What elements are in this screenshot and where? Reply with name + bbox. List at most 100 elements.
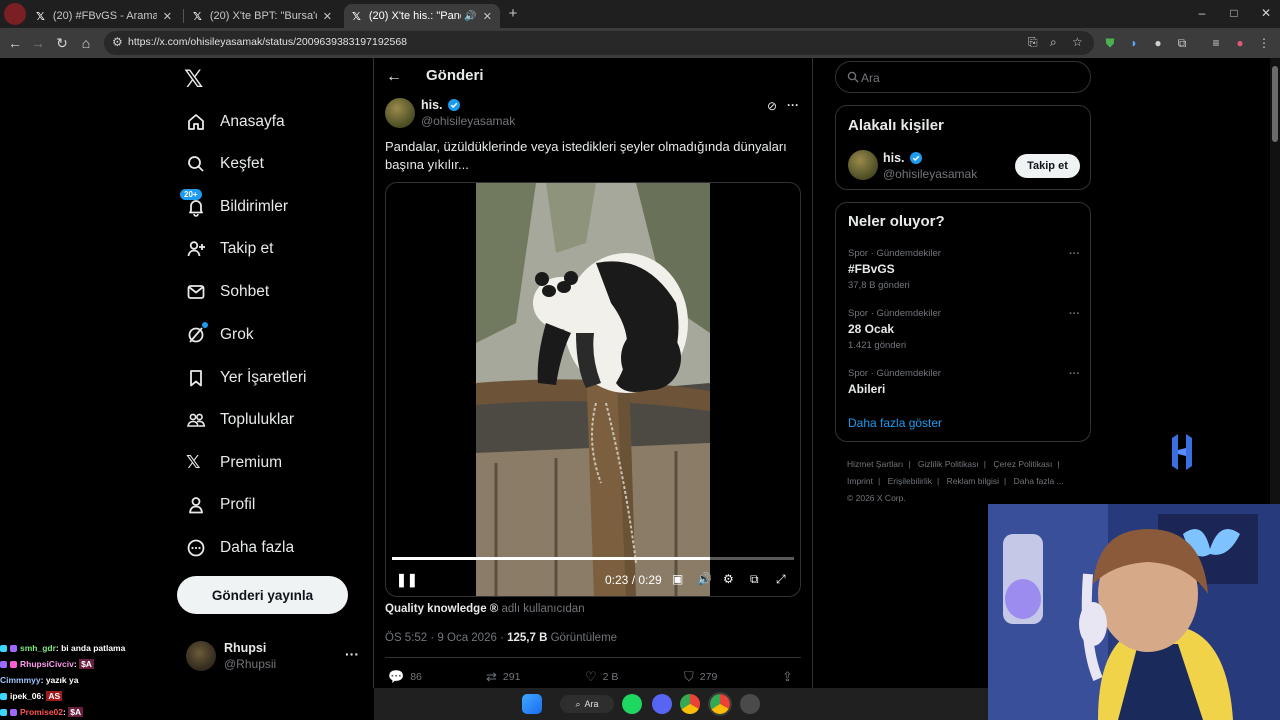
spotify-icon[interactable] [622, 694, 642, 714]
x-logo[interactable]: 𝕏 [184, 66, 210, 92]
trend-item[interactable]: Spor · Gündemdekiler #FBvGS 37,8 B gönde… [848, 248, 1080, 291]
sidebar-item-profil[interactable]: Profil [186, 490, 255, 520]
account-menu-icon[interactable]: ··· [345, 646, 359, 662]
sidebar-item-yer-isaretleri[interactable]: Yer İşaretleri [186, 363, 306, 393]
reading-list-icon[interactable]: ≡ [1208, 35, 1224, 51]
follow-button[interactable]: Takip et [1015, 154, 1080, 178]
tab-title: (20) X'te BPT: "Bursa'da kas has [209, 10, 317, 22]
back-arrow-icon[interactable]: ← [386, 68, 402, 86]
speaker-icon[interactable]: 🔊 [464, 11, 476, 22]
close-icon[interactable]: ✕ [323, 10, 332, 23]
post-button[interactable]: Gönderi yayınla [177, 576, 348, 614]
site-settings-icon[interactable]: ⚙ [112, 35, 123, 49]
footer-link[interactable]: Reklam bilgisi [947, 476, 999, 486]
footer-link[interactable]: Hizmet Şartları [847, 459, 903, 469]
shield-extension-icon[interactable]: ⛊ [1102, 35, 1118, 51]
puzzle-extensions-icon[interactable]: ⧉ [1174, 35, 1190, 51]
scrollbar-thumb[interactable] [1272, 66, 1278, 142]
home-icon[interactable]: ⌂ [76, 33, 96, 53]
browser-tab-1[interactable]: 𝕏 (20) #FBvGS - Arama / X ✕ [28, 4, 180, 28]
footer-link[interactable]: Gizlilik Politikası [918, 459, 979, 469]
video-player[interactable]: ❚❚ 0:23 / 0:29 ▣ 🔊 ⚙ ⧉ ⤢ [385, 182, 801, 597]
avatar[interactable] [848, 150, 878, 180]
chat-emote: $A [79, 659, 94, 669]
sidebar-item-topluluklar[interactable]: Topluluklar [186, 405, 294, 435]
browser-profile-avatar[interactable] [4, 3, 26, 25]
settings-gear-icon[interactable]: ⚙ [723, 572, 734, 586]
back-arrow-icon[interactable]: ← [5, 33, 25, 53]
share-button[interactable]: ⇪ [782, 669, 799, 685]
author-name[interactable]: his. [421, 98, 460, 112]
browser-tab-2[interactable]: 𝕏 (20) X'te BPT: "Bursa'da kas has ✕ [185, 4, 340, 28]
forward-arrow-icon[interactable]: → [28, 33, 48, 53]
close-icon[interactable]: ✕ [483, 10, 492, 23]
account-name[interactable]: Rhupsi [224, 641, 266, 655]
panda-video-frame[interactable] [476, 183, 710, 596]
trend-category: Spor · Gündemdekiler [848, 308, 941, 319]
translate-extension-icon[interactable]: ◗ [1126, 35, 1142, 51]
zoom-icon[interactable]: ⌕ [1050, 35, 1057, 50]
attribution-name[interactable]: Quality knowledge ® [385, 603, 498, 615]
maximize-button[interactable]: □ [1222, 6, 1246, 20]
chrome-active-icon[interactable] [708, 692, 732, 716]
more-options-icon[interactable]: ··· [1069, 368, 1080, 380]
sidebar-item-daha-fazla[interactable]: Daha fazla [186, 533, 294, 563]
more-options-icon[interactable]: ··· [1069, 308, 1080, 320]
search-input[interactable]: Ara [835, 61, 1091, 93]
captions-icon[interactable]: ▣ [672, 572, 683, 586]
footer-link[interactable]: Çerez Politikası [993, 459, 1052, 469]
sidebar-item-grok[interactable]: Grok [186, 320, 254, 350]
card-title: Neler oluyor? [848, 213, 945, 230]
volume-icon[interactable]: 🔊 [697, 572, 712, 586]
video-progress-bar[interactable] [392, 557, 794, 560]
avatar[interactable] [186, 641, 216, 671]
sidebar-item-takip-et[interactable]: Takip et [186, 234, 273, 264]
tab-title: (20) X'te his.: "Pandalar, üzül [368, 10, 461, 22]
sidebar-item-premium[interactable]: 𝕏 Premium [186, 448, 282, 478]
taskbar-search[interactable]: ⌕ Ara [560, 695, 614, 713]
menu-kebab-icon[interactable]: ⋮ [1256, 35, 1272, 51]
close-icon[interactable]: ✕ [163, 10, 172, 23]
browser-tab-active[interactable]: 𝕏 (20) X'te his.: "Pandalar, üzül 🔊 ✕ [344, 4, 500, 28]
author-handle[interactable]: @ohisileyasamak [421, 114, 515, 128]
bookmark-button[interactable]: ⛉ 279 [684, 669, 717, 685]
reload-icon[interactable]: ↻ [52, 33, 72, 53]
sidebar-item-bildirimler[interactable]: 20+ Bildirimler [180, 189, 288, 222]
related-user-handle[interactable]: @ohisileyasamak [883, 167, 977, 181]
minimize-button[interactable]: – [1190, 6, 1214, 20]
picture-in-picture-icon[interactable]: ⧉ [750, 572, 759, 587]
discord-icon[interactable] [652, 694, 672, 714]
pause-icon[interactable]: ❚❚ [396, 572, 418, 588]
trend-item[interactable]: Spor · Gündemdekiler Abileri ··· [848, 368, 1080, 396]
profile-icon[interactable]: ● [1232, 35, 1248, 51]
related-user-name[interactable]: his. [883, 151, 922, 165]
reply-button[interactable]: 💬 86 [388, 669, 422, 685]
footer-link[interactable]: Erişilebilirlik [888, 476, 932, 486]
windows-start-icon[interactable] [522, 694, 542, 714]
account-handle[interactable]: @Rhupsii [224, 657, 276, 671]
chrome-icon[interactable] [680, 694, 700, 714]
chat-line: Promise02: $A [0, 704, 186, 720]
sidebar-item-kesfet[interactable]: Keşfet [186, 149, 264, 179]
trend-item[interactable]: Spor · Gündemdekiler 28 Ocak 1.421 gönde… [848, 308, 1080, 351]
like-button[interactable]: ♡ 2 B [585, 669, 618, 685]
new-tab-button[interactable]: + [504, 5, 522, 23]
footer-link[interactable]: Imprint [847, 476, 873, 486]
grok-explain-icon[interactable]: ⊘ [767, 99, 777, 113]
avatar[interactable] [385, 98, 415, 128]
address-bar[interactable]: ⚙ https://x.com/ohisileyasamak/status/20… [104, 31, 1094, 55]
more-options-icon[interactable]: ··· [1069, 248, 1080, 260]
close-window-button[interactable]: ✕ [1254, 6, 1278, 20]
extension-icon[interactable]: ● [1150, 35, 1166, 51]
sidebar-item-anasayfa[interactable]: Anasayfa [186, 107, 285, 137]
install-app-icon[interactable]: ⎘ [1028, 35, 1038, 50]
footer-link[interactable]: Daha fazla ... [1014, 476, 1064, 486]
sidebar-item-sohbet[interactable]: Sohbet [186, 277, 269, 307]
obs-icon[interactable] [740, 694, 760, 714]
show-more-link[interactable]: Daha fazla göster [848, 416, 942, 430]
fullscreen-icon[interactable]: ⤢ [776, 572, 786, 587]
star-bookmark-icon[interactable]: ☆ [1072, 35, 1083, 49]
post-timestamp[interactable]: ÖS 5:52 · 9 Oca 2026 · [385, 632, 507, 644]
more-options-icon[interactable]: ··· [787, 98, 799, 112]
repost-button[interactable]: ⇄ 291 [486, 669, 520, 685]
